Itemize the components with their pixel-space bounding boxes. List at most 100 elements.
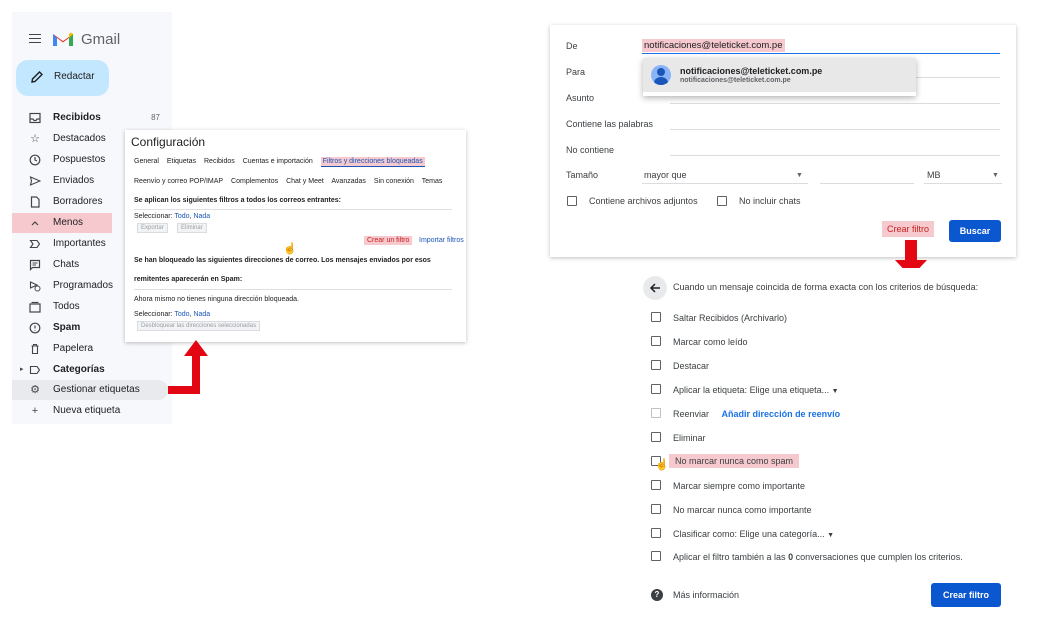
tab-sin-conexion[interactable]: Sin conexión [374,178,414,185]
size-operator-select[interactable]: mayor que [644,170,687,180]
not-has-input[interactable] [670,155,1000,156]
sidebar-item-recibidos[interactable]: Recibidos 87 [12,108,172,128]
create-filter-link[interactable]: Crear un filtro [364,236,413,245]
action-apply-label[interactable]: Aplicar la etiqueta: Elige una etiqueta.… [651,382,1011,398]
size-unit-select[interactable]: MB [927,170,941,180]
autocomplete-item[interactable]: notificaciones@teleticket.com.pe notific… [643,58,916,92]
sidebar-item-label: Gestionar etiquetas [53,384,140,395]
select-none-link[interactable]: Nada [193,213,210,220]
sidebar-item-menos[interactable]: Menos [12,213,112,233]
compose-label: Redactar [54,71,95,82]
star-icon: ☆ [30,133,40,145]
forward-checkbox[interactable] [651,408,661,418]
search-button[interactable]: Buscar [949,220,1001,242]
help-icon[interactable]: ? [651,589,663,601]
blocked-heading-line-2: remitentes aparecerán en Spam: [134,276,243,283]
sidebar-item-nueva-etiqueta[interactable]: + Nueva etiqueta [12,401,172,421]
apply-label-text: Aplicar la etiqueta: [673,385,748,395]
spam-icon [29,322,41,334]
action-skip-inbox[interactable]: Saltar Recibidos (Archivarlo) [651,310,1011,326]
select-all-link[interactable]: Todo [174,213,189,220]
action-mark-read[interactable]: Marcar como leído [651,334,1011,350]
apply-label-checkbox[interactable] [651,384,661,394]
label-icon [29,364,41,376]
tab-recibidos[interactable]: Recibidos [204,158,235,165]
inbox-icon [29,112,41,124]
has-words-input[interactable] [670,129,1000,130]
unblock-button[interactable]: Desbloquear las direcciones seleccionada… [137,321,261,331]
divider [134,289,452,290]
subject-input[interactable] [670,103,1000,104]
skip-inbox-checkbox[interactable] [651,312,661,322]
tab-chat-meet[interactable]: Chat y Meet [286,178,324,185]
mark-read-checkbox[interactable] [651,336,661,346]
always-important-checkbox[interactable] [651,480,661,490]
sidebar-item-label: Todos [53,301,80,312]
select-none-link[interactable]: Nada [193,311,210,318]
sidebar-item-categorias[interactable]: ▸ Categorías [12,360,172,380]
action-label: Aplicar el filtro también a las 0 conver… [673,552,963,562]
action-label: Marcar como leído [673,337,748,347]
tab-etiquetas[interactable]: Etiquetas [167,158,196,165]
action-apply-existing[interactable]: Aplicar el filtro también a las 0 conver… [651,549,1011,565]
gmail-logo-icon[interactable] [52,31,74,47]
tab-complementos[interactable]: Complementos [231,178,278,185]
sidebar-item-label: Spam [53,322,81,333]
action-label: No marcar nunca como importante [673,505,812,515]
exclude-chats-checkbox[interactable] [717,196,727,206]
sidebar-item-label: Importantes [53,238,106,249]
action-forward[interactable]: Reenviar Añadir dirección de reenvío [651,406,1011,422]
settings-panel: Configuración General Etiquetas Recibido… [125,130,466,342]
sidebar-item-gestionar-etiquetas[interactable]: ⚙ Gestionar etiquetas [12,380,168,400]
action-star[interactable]: Destacar [651,358,1011,374]
action-categorize[interactable]: Clasificar como: Elige una categoría... … [651,526,1011,542]
filter-actions-heading: Cuando un mensaje coincida de forma exac… [673,282,979,292]
sidebar-item-label: Categorías [53,364,105,375]
delete-checkbox[interactable] [651,432,661,442]
create-filter-link[interactable]: Crear filtro [882,221,935,237]
create-filter-button[interactable]: Crear filtro [931,583,1001,607]
action-label: Marcar siempre como importante [673,481,806,491]
avatar [651,65,671,85]
compose-button[interactable]: Redactar [16,60,109,96]
blocked-select-row: Seleccionar: Todo, Nada [134,311,211,318]
add-forward-address-link[interactable]: Añadir dirección de reenvío [722,409,841,419]
action-never-spam[interactable]: No marcar nunca como spam ☝ [651,454,1011,471]
more-info-link[interactable]: Más información [673,590,739,600]
settings-tabs-row-2: Reenvío y correo POP/IMAP Complementos C… [134,178,448,185]
has-attachment-checkbox[interactable] [567,196,577,206]
categorize-checkbox[interactable] [651,528,661,538]
no-blocked-text: Ahora mismo no tienes ninguna dirección … [134,296,299,303]
unread-count: 87 [151,113,160,122]
expand-caret-icon[interactable]: ▸ [20,365,24,373]
never-important-checkbox[interactable] [651,504,661,514]
tab-filtros[interactable]: Filtros y direcciones bloqueadas [320,157,425,167]
sidebar-item-papelera[interactable]: Papelera [12,339,172,359]
back-button[interactable] [643,276,667,300]
star-checkbox[interactable] [651,360,661,370]
select-label: Seleccionar: [134,213,173,220]
filters-heading: Se aplican los siguientes filtros a todo… [134,197,341,204]
select-all-link[interactable]: Todo [174,311,189,318]
action-always-important[interactable]: Marcar siempre como importante [651,478,1011,494]
menu-icon[interactable] [29,34,41,43]
action-never-important[interactable]: No marcar nunca como importante [651,502,1011,518]
size-value-input[interactable] [820,183,914,184]
export-button[interactable]: Exportar [137,223,168,233]
action-label: Saltar Recibidos (Archivarlo) [673,313,788,323]
label-select[interactable]: Elige una etiqueta... [750,385,830,395]
tab-cuentas[interactable]: Cuentas e importación [243,158,313,165]
category-select[interactable]: Elige una categoría... [740,529,825,539]
tab-temas[interactable]: Temas [422,178,443,185]
from-input[interactable]: notificaciones@teleticket.com.pe [642,39,785,52]
apply-existing-checkbox[interactable] [651,551,661,561]
chevron-up-icon [29,217,41,229]
delete-filter-button[interactable]: Eliminar [177,223,207,233]
action-delete[interactable]: Eliminar [651,430,1011,446]
sidebar-item-label: Papelera [53,343,94,354]
tab-general[interactable]: General [134,158,159,165]
chat-icon [29,259,41,271]
tab-avanzadas[interactable]: Avanzadas [331,178,366,185]
tab-reenvio[interactable]: Reenvío y correo POP/IMAP [134,178,223,185]
import-filters-link[interactable]: Importar filtros [419,237,464,244]
